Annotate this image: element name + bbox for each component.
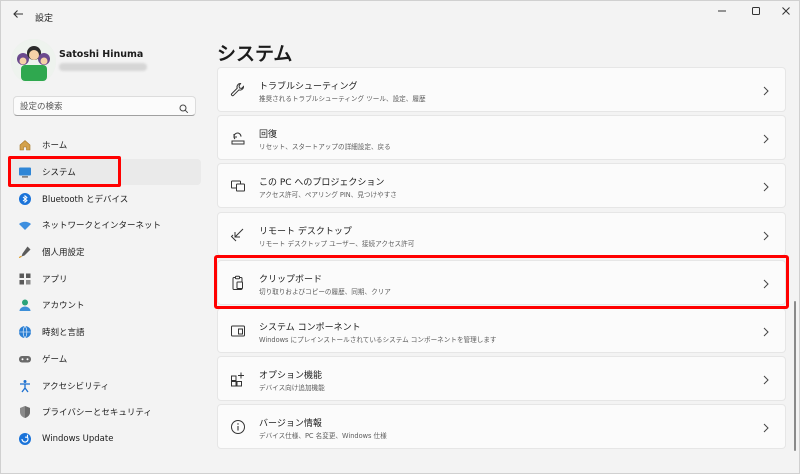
account-icon	[17, 297, 33, 313]
settings-list: トラブルシューティング 推奨されるトラブルシューティング ツール、設定、履歴 回…	[217, 67, 786, 453]
sidebar-item-apps[interactable]: アプリ	[9, 265, 201, 292]
optional-features-icon	[229, 370, 247, 388]
card-title: トラブルシューティング	[259, 82, 358, 92]
scrollbar[interactable]	[794, 301, 796, 451]
windows-update-icon	[17, 431, 33, 447]
card-subtitle: Windows にプレインストールされているシステム コンポーネントを管理します	[259, 335, 497, 344]
minimize-icon[interactable]	[712, 5, 732, 21]
card-title: クリップボード	[259, 274, 323, 285]
card-optional-features[interactable]: オプション機能 デバイス向け追加機能	[217, 356, 786, 401]
card-subtitle: 推奨されるトラブルシューティング ツール、設定、履歴	[259, 95, 426, 103]
sidebar-item-label: 時刻と言語	[42, 328, 85, 339]
maximize-icon[interactable]	[746, 5, 766, 21]
sidebar-item-privacy[interactable]: プライバシーとセキュリティ	[9, 399, 201, 426]
card-about[interactable]: バージョン情報 デバイス仕様、PC 名変更、Windows 仕様	[217, 404, 786, 450]
user-email-blurred	[59, 63, 147, 71]
chevron-right-icon	[761, 324, 771, 338]
personalization-icon	[17, 244, 33, 260]
user-name: Satoshi Hinuma	[59, 49, 144, 60]
settings-search-box[interactable]	[13, 96, 196, 116]
sidebar-item-label: 個人用設定	[42, 248, 85, 259]
home-icon	[17, 137, 33, 153]
card-troubleshoot[interactable]: トラブルシューティング 推奨されるトラブルシューティング ツール、設定、履歴	[217, 67, 786, 112]
card-subtitle: アクセス許可、ペアリング PIN、見つけやすさ	[259, 191, 397, 200]
wrench-icon	[229, 81, 247, 99]
remote-desktop-icon	[229, 226, 247, 244]
privacy-shield-icon	[17, 404, 33, 420]
card-title: バージョン情報	[259, 419, 322, 430]
sidebar-item-label: Windows Update	[42, 433, 114, 444]
back-arrow-icon[interactable]	[9, 8, 27, 26]
time-language-icon	[17, 324, 33, 340]
card-title: システム コンポーネント	[259, 322, 361, 333]
sidebar-item-label: プライバシーとセキュリティ	[42, 408, 152, 419]
card-projection[interactable]: この PC へのプロジェクション アクセス許可、ペアリング PIN、見つけやすさ	[217, 163, 786, 209]
gaming-icon	[17, 351, 33, 367]
info-icon	[229, 418, 247, 436]
card-remote-desktop[interactable]: リモート デスクトップ リモート デスクトップ ユーザー、接続アクセス許可	[217, 211, 786, 257]
sidebar-item-accessibility[interactable]: アクセシビリティ	[9, 372, 201, 399]
chevron-right-icon	[761, 372, 771, 386]
sidebar-item-time-language[interactable]: 時刻と言語	[9, 319, 201, 346]
card-subtitle: リモート デスクトップ ユーザー、接続アクセス許可	[259, 239, 415, 248]
sidebar-item-label: Bluetooth とデバイス	[42, 194, 129, 205]
card-title: 回復	[259, 130, 278, 141]
title-bar: 設定	[1, 1, 800, 33]
sidebar-item-label: アカウント	[42, 301, 85, 312]
sidebar-item-windows-update[interactable]: Windows Update	[9, 426, 201, 453]
projection-icon	[229, 177, 247, 195]
accessibility-icon	[17, 378, 33, 394]
card-title: オプション機能	[259, 371, 323, 382]
card-clipboard[interactable]: クリップボード 切り取りおよびコピーの履歴、同期、クリア	[217, 259, 786, 305]
apps-icon	[17, 271, 33, 287]
card-system-components[interactable]: システム コンポーネント Windows にプレインストールされているシステム …	[217, 307, 786, 353]
card-subtitle: デバイス向け追加機能	[259, 384, 325, 393]
card-subtitle: 切り取りおよびコピーの履歴、同期、クリア	[259, 287, 391, 296]
chevron-right-icon	[761, 131, 771, 145]
sidebar-item-label: ネットワークとインターネット	[42, 221, 162, 232]
recovery-icon	[229, 129, 247, 147]
sidebar-item-label: ゲーム	[42, 354, 68, 365]
sidebar-item-label: ホーム	[42, 141, 68, 152]
close-icon[interactable]	[776, 5, 796, 21]
sidebar-item-personalization[interactable]: 個人用設定	[9, 239, 201, 266]
sidebar-item-label: システム	[42, 168, 76, 179]
page-title: システム	[217, 43, 293, 65]
sidebar-item-label: アプリ	[42, 274, 68, 285]
clipboard-icon	[229, 274, 247, 292]
card-subtitle: デバイス仕様、PC 名変更、Windows 仕様	[259, 432, 387, 441]
sidebar-item-label: アクセシビリティ	[42, 381, 110, 392]
system-components-icon	[229, 322, 247, 340]
window-title: 設定	[35, 14, 54, 24]
system-icon	[17, 164, 33, 180]
chevron-right-icon	[761, 83, 771, 97]
sidebar-nav: ホーム システム Bluetooth とデバイス ネットワークとインターネット …	[9, 132, 201, 452]
card-title: この PC へのプロジェクション	[259, 178, 385, 189]
network-icon	[17, 217, 33, 233]
sidebar-item-home[interactable]: ホーム	[9, 132, 201, 159]
user-profile[interactable]: Satoshi Hinuma	[11, 39, 211, 89]
card-recovery[interactable]: 回復 リセット、スタートアップの詳細設定、戻る	[217, 115, 786, 160]
sidebar-item-gaming[interactable]: ゲーム	[9, 346, 201, 373]
search-icon[interactable]	[179, 100, 189, 114]
sidebar-item-network[interactable]: ネットワークとインターネット	[9, 212, 201, 239]
chevron-right-icon	[761, 420, 771, 434]
chevron-right-icon	[761, 228, 771, 242]
search-input[interactable]	[20, 100, 170, 113]
card-subtitle: リセット、スタートアップの詳細設定、戻る	[259, 143, 391, 152]
chevron-right-icon	[761, 276, 771, 290]
sidebar-item-system[interactable]: システム	[9, 158, 201, 186]
sidebar-item-accounts[interactable]: アカウント	[9, 292, 201, 319]
avatar	[11, 39, 56, 84]
chevron-right-icon	[761, 179, 771, 193]
bluetooth-icon	[17, 191, 33, 207]
sidebar-item-bluetooth[interactable]: Bluetooth とデバイス	[9, 185, 201, 212]
card-title: リモート デスクトップ	[259, 226, 352, 237]
